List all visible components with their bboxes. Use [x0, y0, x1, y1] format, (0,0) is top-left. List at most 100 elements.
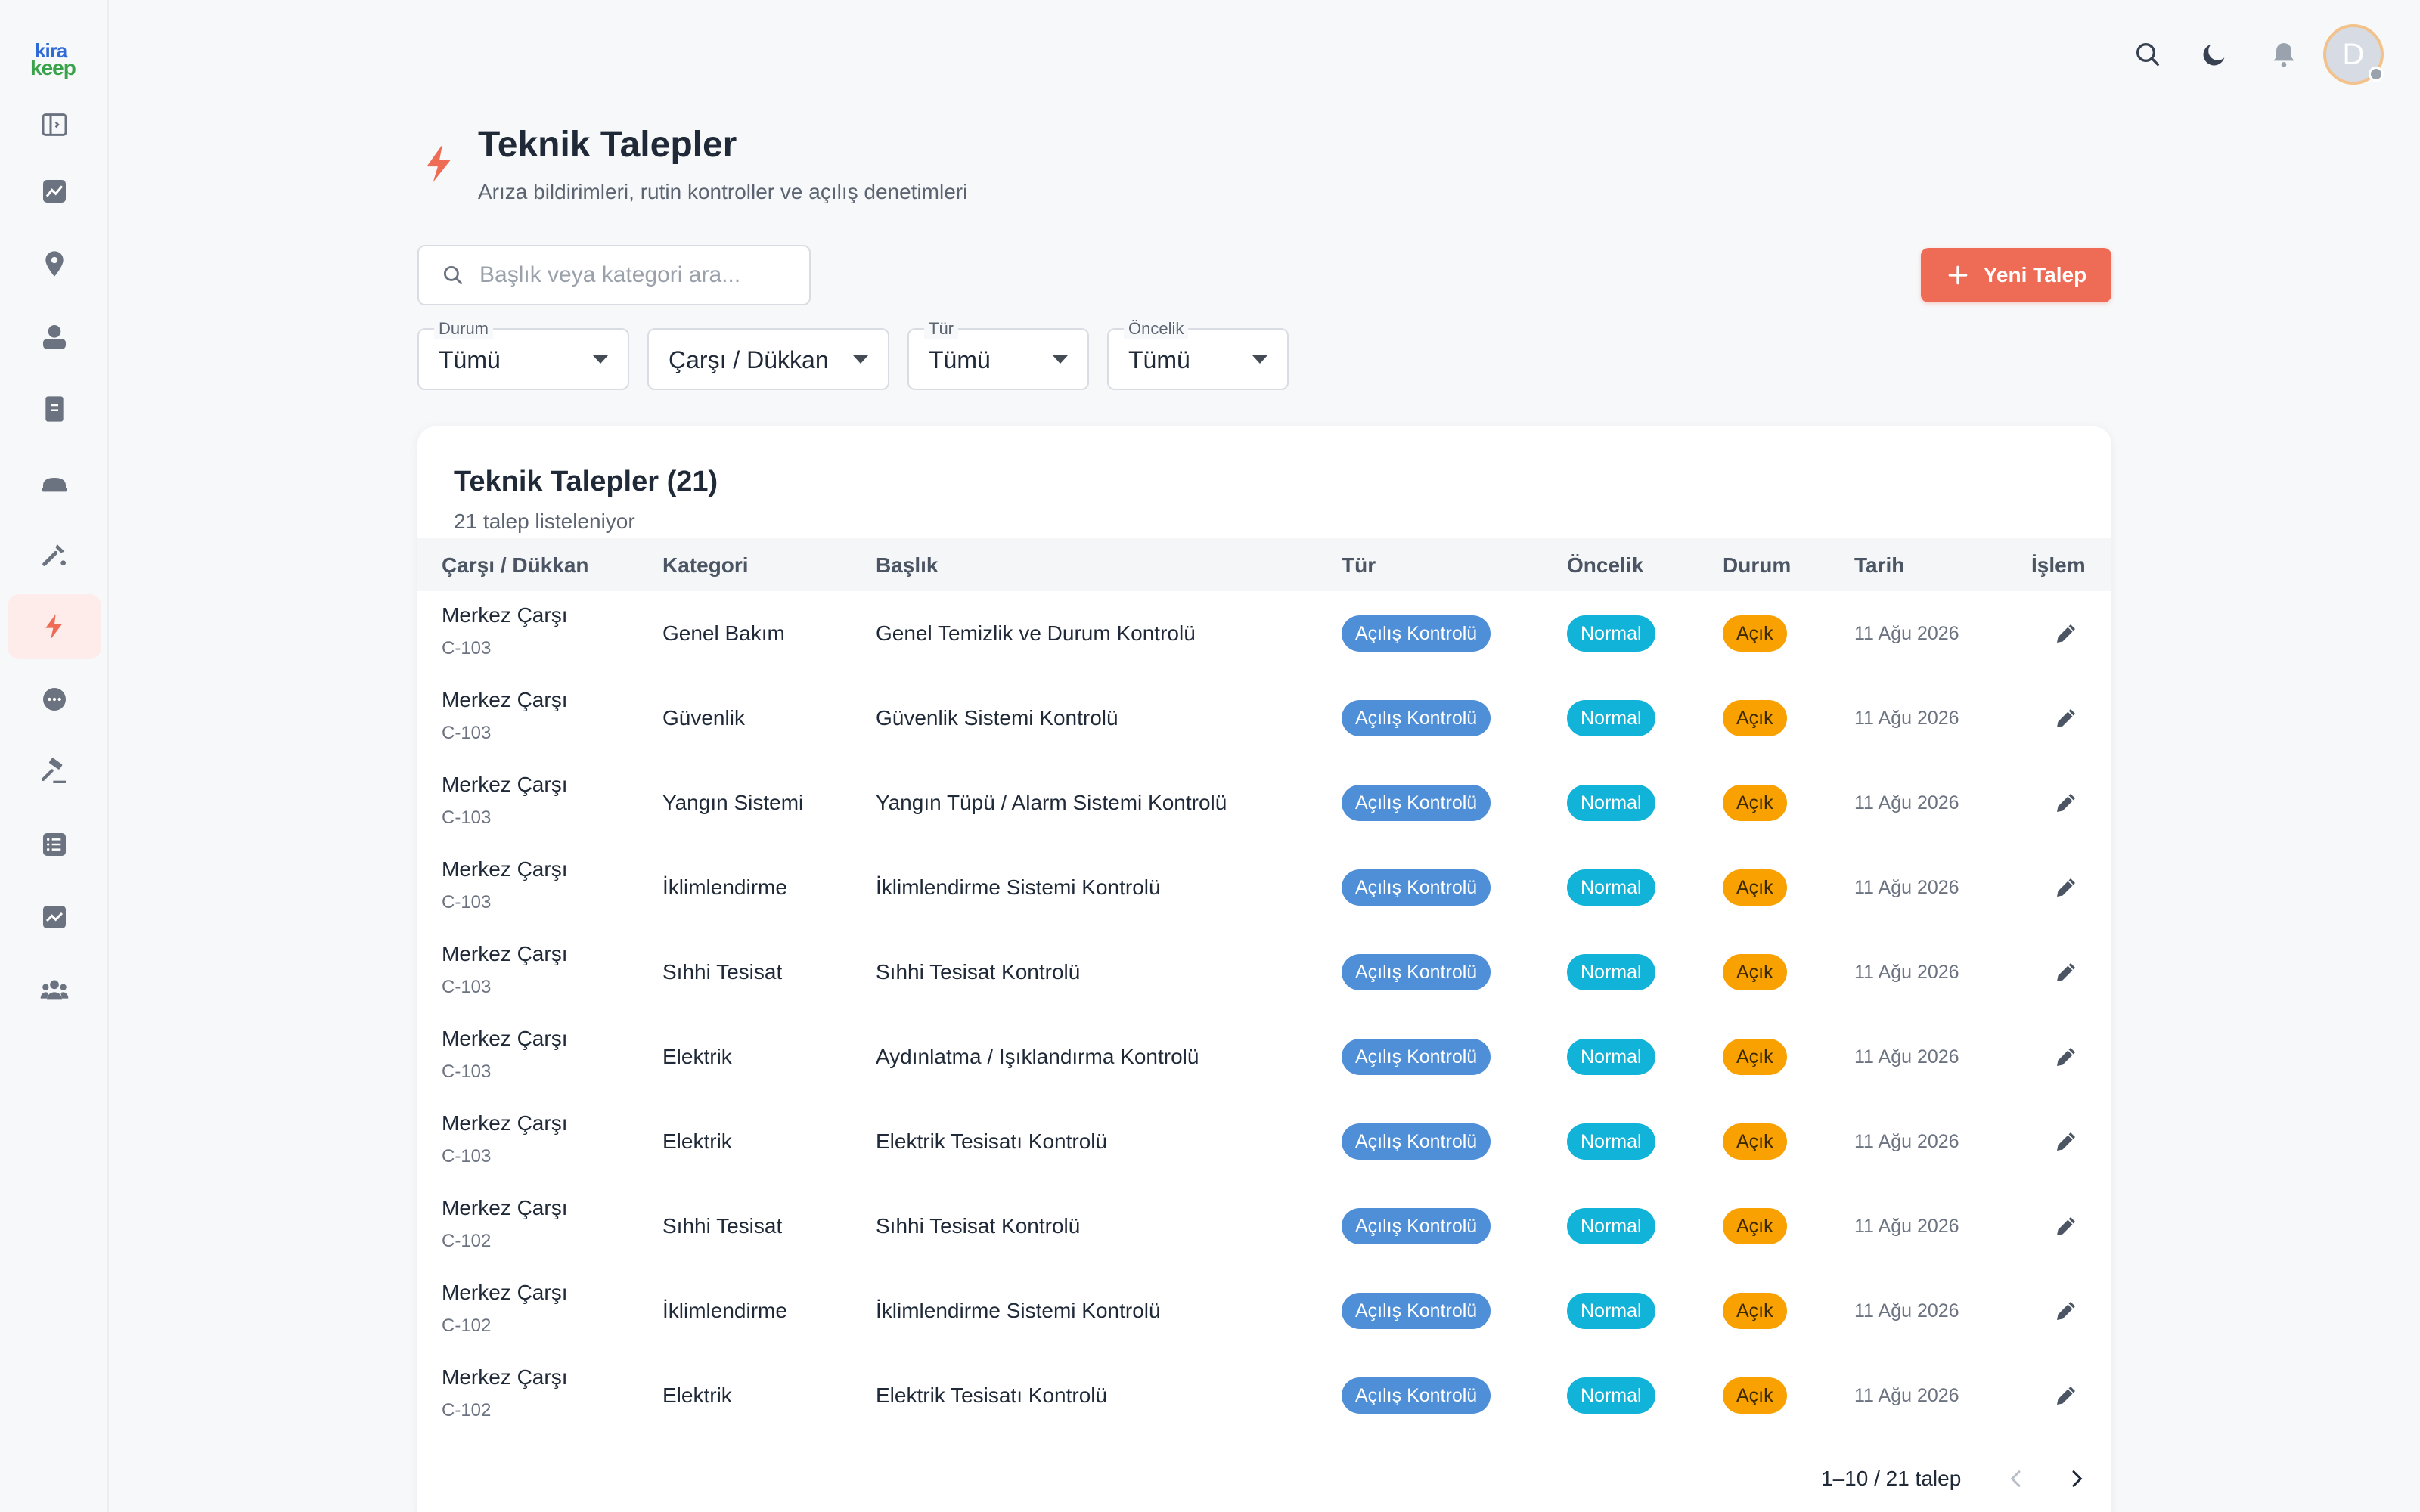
edit-button[interactable] — [2052, 959, 2080, 986]
type-badge: Açılış Kontrolü — [1342, 1208, 1491, 1244]
requests-card: Teknik Talepler (21) 21 talep listeleniy… — [417, 426, 2111, 1512]
sidebar-item-parking[interactable] — [8, 449, 101, 514]
table-row[interactable]: Merkez Çarşı C-103 İklimlendirme İklimlendi… — [417, 845, 2111, 930]
sidebar-item-technical-requests[interactable] — [8, 594, 101, 659]
sidebar-item-analytics[interactable] — [8, 885, 101, 950]
column-header-priority[interactable]: Öncelik — [1567, 553, 1643, 578]
edit-button[interactable] — [2052, 1297, 2080, 1325]
table-row[interactable]: Merkez Çarşı C-103 Sıhhi Tesisat Sıhhi Tesi… — [417, 930, 2111, 1015]
type-badge: Açılış Kontrolü — [1342, 615, 1491, 652]
pencil-icon — [2052, 1302, 2080, 1328]
gavel-icon — [41, 758, 66, 783]
table-header: Çarşı / Dükkan Kategori Başlık Tür Öncel… — [417, 538, 2111, 591]
status-badge: Açık — [1723, 1293, 1787, 1329]
column-header-type[interactable]: Tür — [1342, 553, 1376, 578]
column-header-shop[interactable]: Çarşı / Dükkan — [442, 553, 589, 578]
filter-priority-label: Öncelik — [1124, 319, 1189, 339]
new-request-label: Yeni Talep — [1983, 263, 2087, 287]
column-header-title[interactable]: Başlık — [876, 553, 939, 578]
category-cell: Güvenlik — [662, 706, 745, 730]
tools-icon — [42, 544, 66, 566]
sidebar-item-tenants[interactable] — [8, 304, 101, 369]
sidebar-item-maintenance[interactable] — [8, 522, 101, 587]
shop-code: C-102 — [442, 1231, 492, 1251]
table-row[interactable]: Merkez Çarşı C-102 İklimlendirme İklimlendi… — [417, 1269, 2111, 1353]
column-header-date[interactable]: Tarih — [1854, 553, 1904, 578]
filter-type-value: Tümü — [929, 346, 991, 373]
shop-code: C-103 — [442, 723, 492, 743]
priority-badge: Normal — [1567, 954, 1655, 990]
date-cell: 11 Ağu 2026 — [1854, 708, 1959, 729]
edit-button[interactable] — [2052, 620, 2080, 647]
sidebar-item-dashboard[interactable] — [8, 159, 101, 224]
status-badge: Açık — [1723, 785, 1787, 821]
edit-button[interactable] — [2052, 1043, 2080, 1070]
search-button[interactable] — [2127, 33, 2169, 76]
category-cell: İklimlendirme — [662, 875, 787, 899]
shop-name: Merkez Çarşı — [442, 1365, 568, 1389]
filter-shop[interactable]: Çarşı / Dükkan — [647, 328, 889, 390]
shop-code: C-103 — [442, 892, 492, 912]
type-badge: Açılış Kontrolü — [1342, 1377, 1491, 1414]
table-row[interactable]: Merkez Çarşı C-102 Elektrik Elektrik Tesisa… — [417, 1353, 2111, 1438]
type-badge: Açılış Kontrolü — [1342, 869, 1491, 906]
new-request-button[interactable]: Yeni Talep — [1921, 248, 2111, 302]
filter-type-label: Tür — [924, 319, 958, 339]
status-badge: Açık — [1723, 1377, 1787, 1414]
sidebar-item-reports[interactable] — [8, 812, 101, 877]
caret-down-icon — [593, 355, 608, 364]
moon-icon — [2203, 44, 2225, 66]
category-cell: Elektrik — [662, 1129, 732, 1153]
sidebar-item-users[interactable] — [8, 957, 101, 1022]
edit-button[interactable] — [2052, 705, 2080, 732]
edit-button[interactable] — [2052, 1128, 2080, 1155]
category-cell: Elektrik — [662, 1045, 732, 1068]
sidebar-item-toggle[interactable] — [8, 92, 101, 157]
search-input[interactable] — [479, 262, 782, 288]
brand-logo[interactable]: kira keep — [30, 39, 82, 82]
status-badge: Açık — [1723, 954, 1787, 990]
title-cell: Sıhhi Tesisat Kontrolü — [876, 1214, 1081, 1238]
type-badge: Açılış Kontrolü — [1342, 1123, 1491, 1160]
table-row[interactable]: Merkez Çarşı C-103 Güvenlik Güvenlik Sistem… — [417, 676, 2111, 761]
sidebar-item-messages[interactable] — [8, 667, 101, 732]
status-dot — [2369, 67, 2384, 82]
table-row[interactable]: Merkez Çarşı C-103 Elektrik Elektrik Tesisa… — [417, 1099, 2111, 1184]
pencil-icon — [2052, 1217, 2080, 1243]
prev-page-button[interactable] — [1998, 1461, 2034, 1497]
status-badge: Açık — [1723, 1123, 1787, 1160]
priority-badge: Normal — [1567, 1377, 1655, 1414]
search-box[interactable] — [417, 245, 811, 305]
sidebar-item-locations[interactable] — [8, 231, 101, 296]
type-badge: Açılış Kontrolü — [1342, 700, 1491, 736]
filter-type[interactable]: Tür Tümü — [908, 319, 1089, 390]
sidebar-item-legal[interactable] — [8, 739, 101, 804]
theme-toggle-button[interactable] — [2193, 33, 2235, 76]
title-cell: Sıhhi Tesisat Kontrolü — [876, 960, 1081, 984]
title-cell: Aydınlatma / Işıklandırma Kontrolü — [876, 1045, 1199, 1068]
priority-badge: Normal — [1567, 869, 1655, 906]
title-cell: Yangın Tüpü / Alarm Sistemi Kontrolü — [876, 791, 1227, 814]
edit-button[interactable] — [2052, 1382, 2080, 1409]
category-cell: Genel Bakım — [662, 621, 785, 645]
shop-name: Merkez Çarşı — [442, 1027, 568, 1050]
table-row[interactable]: Merkez Çarşı C-103 Yangın Sistemi Yangın Tü… — [417, 761, 2111, 845]
table-row[interactable]: Merkez Çarşı C-102 Sıhhi Tesisat Sıhhi Tesi… — [417, 1184, 2111, 1269]
column-header-category[interactable]: Kategori — [662, 553, 749, 578]
plus-icon — [1948, 265, 1968, 285]
filter-status[interactable]: Durum Tümü — [417, 319, 629, 390]
table-row[interactable]: Merkez Çarşı C-103 Elektrik Aydınlatma / Iş… — [417, 1015, 2111, 1099]
edit-button[interactable] — [2052, 789, 2080, 816]
column-header-status[interactable]: Durum — [1723, 553, 1791, 578]
search-icon — [2136, 43, 2159, 67]
sidebar-item-contracts[interactable] — [8, 376, 101, 442]
notifications-button[interactable] — [2263, 33, 2305, 76]
pagination-label: 1–10 / 21 talep — [1821, 1467, 1962, 1490]
filter-priority[interactable]: Öncelik Tümü — [1107, 319, 1289, 390]
table-row[interactable]: Merkez Çarşı C-103 Genel Bakım Genel Temizl… — [417, 591, 2111, 676]
priority-badge: Normal — [1567, 615, 1655, 652]
edit-button[interactable] — [2052, 874, 2080, 901]
edit-button[interactable] — [2052, 1213, 2080, 1240]
next-page-button[interactable] — [2059, 1461, 2095, 1497]
title-cell: Genel Temizlik ve Durum Kontrolü — [876, 621, 1196, 645]
